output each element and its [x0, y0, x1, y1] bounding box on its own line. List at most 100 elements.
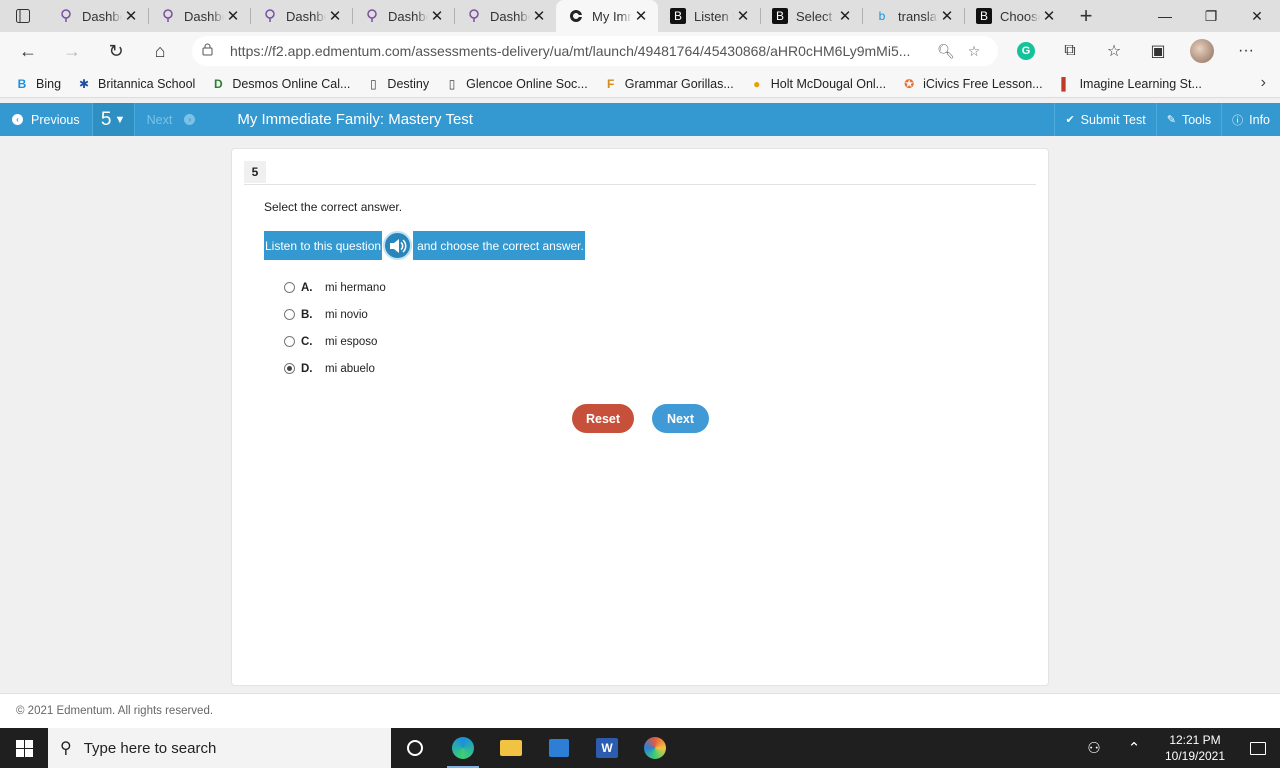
radio-b[interactable]	[284, 309, 295, 320]
browser-tab[interactable]: Dashboard ✕	[454, 0, 556, 32]
window-controls: — ❐ ✕	[1142, 0, 1280, 32]
close-icon[interactable]: ✕	[632, 7, 650, 25]
bookmark-item[interactable]: D Desmos Online Cal...	[210, 76, 350, 92]
bookmark-item[interactable]: ✪ iCivics Free Lesson...	[901, 76, 1043, 92]
choice-a[interactable]: A. mi hermano	[284, 274, 386, 301]
submit-test-button[interactable]: ✔ Submit Test	[1054, 103, 1155, 136]
next-button[interactable]: Next	[652, 404, 709, 433]
browser-tab[interactable]: B Choose ✕	[964, 0, 1066, 32]
question-selector[interactable]: 5 ▼	[92, 103, 135, 136]
choice-d[interactable]: D. mi abuelo	[284, 355, 386, 382]
close-icon[interactable]: ✕	[326, 7, 344, 25]
radio-a[interactable]	[284, 282, 295, 293]
close-icon[interactable]: ✕	[734, 7, 752, 25]
address-bar[interactable]: https://f2.app.edmentum.com/assessments-…	[192, 36, 998, 66]
bookmark-item[interactable]: F Grammar Gorillas...	[603, 76, 734, 92]
cortana-button[interactable]	[391, 728, 439, 768]
info-label: Info	[1249, 112, 1270, 127]
tab-title: Dashboard	[388, 8, 428, 24]
minimize-button[interactable]: —	[1142, 0, 1188, 32]
home-button[interactable]: ⌂	[138, 35, 182, 67]
settings-menu-button[interactable]: ···	[1224, 35, 1268, 67]
bookmark-label: Glencoe Online Soc...	[466, 76, 588, 91]
audio-play-button[interactable]	[383, 231, 413, 260]
taskbar-file-explorer[interactable]	[487, 728, 535, 768]
system-tray: ⚇ ⌃ 12:21 PM 10/19/2021	[1074, 728, 1280, 768]
info-button[interactable]: ⓘ Info	[1221, 103, 1280, 136]
tab-actions-button[interactable]	[0, 0, 46, 32]
url-text[interactable]: https://f2.app.edmentum.com/assessments-…	[230, 43, 932, 59]
new-tab-button[interactable]: +	[1066, 0, 1106, 32]
notifications-button[interactable]	[1236, 728, 1280, 768]
cortana-icon	[407, 740, 423, 756]
next-label: Next	[146, 112, 173, 127]
close-icon[interactable]: ✕	[1040, 7, 1058, 25]
taskbar-edge[interactable]	[439, 728, 487, 768]
taskbar-search[interactable]: ⚲ Type here to search	[48, 728, 391, 768]
zoom-icon[interactable]: 🔍︎	[932, 43, 960, 60]
bookmark-item[interactable]: ▯ Glencoe Online Soc...	[444, 76, 588, 92]
favorites-button[interactable]: ☆	[1092, 35, 1136, 67]
close-icon[interactable]: ✕	[122, 7, 140, 25]
taskbar-paint[interactable]	[631, 728, 679, 768]
copyright-text: © 2021 Edmentum. All rights reserved.	[16, 705, 214, 717]
restore-button[interactable]: ❐	[1188, 0, 1234, 32]
close-icon[interactable]: ✕	[428, 7, 446, 25]
choice-letter: D.	[301, 362, 313, 375]
tab-title: translate	[898, 8, 938, 24]
bookmark-item[interactable]: ✱ Britannica School	[76, 76, 195, 92]
bookmark-item[interactable]: ● Holt McDougal Onl...	[749, 76, 886, 92]
taskbar: ⚲ Type here to search W ⚇ ⌃ 12:21 PM 10/…	[0, 728, 1280, 768]
people-button[interactable]: ⚇	[1074, 728, 1114, 768]
radio-c[interactable]	[284, 336, 295, 347]
taskbar-store[interactable]	[535, 728, 583, 768]
browser-tab-active[interactable]: My Immediate Family ✕	[556, 0, 658, 32]
test-header-bar: ‹ Previous 5 ▼ Next › My Immediate Family…	[0, 103, 1280, 136]
prompt-text-before: Listen to this question	[264, 231, 383, 260]
extensions-button[interactable]: ⧉	[1048, 35, 1092, 67]
reset-button[interactable]: Reset	[572, 404, 634, 433]
bookmark-item[interactable]: ▯ Destiny	[365, 76, 429, 92]
close-icon: ✕	[1251, 7, 1263, 24]
chevron-right-icon[interactable]: ›	[1261, 74, 1266, 92]
close-window-button[interactable]: ✕	[1234, 0, 1280, 32]
tools-button[interactable]: ✎ Tools	[1155, 103, 1221, 136]
favorite-add-icon[interactable]: ☆	[960, 43, 988, 60]
bookmark-item[interactable]: ▌ Imagine Learning St...	[1058, 76, 1202, 92]
previous-button[interactable]: ‹ Previous	[0, 103, 93, 136]
choice-text: mi novio	[325, 308, 368, 321]
choice-c[interactable]: C. mi esposo	[284, 328, 386, 355]
speaker-icon	[389, 238, 407, 253]
collections-button[interactable]: ▣	[1136, 35, 1180, 67]
browser-tab[interactable]: Dashboard ✕	[250, 0, 352, 32]
close-icon[interactable]: ✕	[938, 7, 956, 25]
show-hidden-icons-button[interactable]: ⌃	[1114, 728, 1154, 768]
previous-label: Previous	[31, 112, 80, 127]
browser-tab[interactable]: Dashboard ✕	[46, 0, 148, 32]
clock[interactable]: 12:21 PM 10/19/2021	[1154, 732, 1236, 764]
grammarly-extension[interactable]: G	[1004, 35, 1048, 67]
refresh-button[interactable]: ↻	[94, 35, 138, 67]
radio-d[interactable]	[284, 363, 295, 374]
search-icon: ⚲	[60, 740, 72, 757]
taskbar-word[interactable]: W	[583, 728, 631, 768]
back-button[interactable]: ←	[6, 35, 50, 67]
arrow-right-icon: →	[63, 40, 81, 61]
close-icon[interactable]: ✕	[224, 7, 242, 25]
browser-tab[interactable]: b translate ✕	[862, 0, 964, 32]
bookmark-item[interactable]: B Bing	[14, 76, 61, 92]
profile-button[interactable]	[1180, 35, 1224, 67]
close-icon[interactable]: ✕	[530, 7, 548, 25]
forward-button[interactable]: →	[50, 35, 94, 67]
browser-tab[interactable]: B Select ✕	[760, 0, 862, 32]
bookmarks-bar: B Bing ✱ Britannica School D Desmos Online …	[0, 70, 1280, 98]
browser-tab[interactable]: Dashboard ✕	[148, 0, 250, 32]
lightbulb-icon	[58, 8, 74, 24]
close-icon[interactable]: ✕	[836, 7, 854, 25]
next-button-disabled[interactable]: Next ›	[135, 103, 208, 136]
start-button[interactable]	[0, 728, 48, 768]
browser-tab[interactable]: B Listen to ✕	[658, 0, 760, 32]
browser-tab[interactable]: Dashboard ✕	[352, 0, 454, 32]
choice-b[interactable]: B. mi novio	[284, 301, 386, 328]
tab-title: Dashboard	[184, 8, 224, 24]
